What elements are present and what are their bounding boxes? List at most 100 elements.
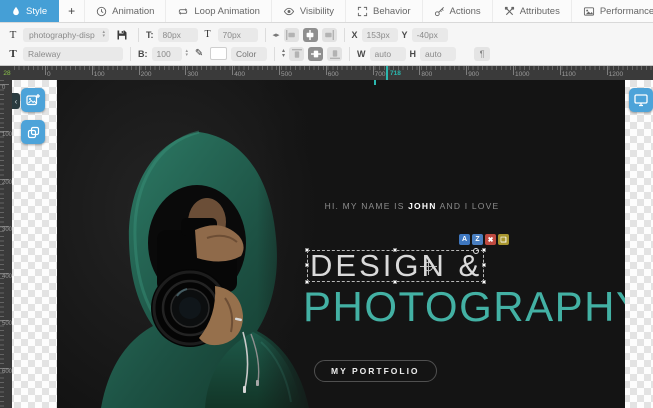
width-input[interactable] <box>370 47 406 61</box>
add-image-icon <box>26 93 40 107</box>
height-label: H <box>410 49 417 59</box>
vertical-arrows-icon: ▴▾ <box>282 49 285 58</box>
duplicate-layer-button[interactable] <box>21 120 45 144</box>
ruler-label: 300 <box>187 71 198 78</box>
font-size-label: T: <box>146 30 154 40</box>
y-position-input[interactable] <box>412 28 448 42</box>
ruler-label: 700 <box>375 71 386 78</box>
resize-handle[interactable] <box>305 248 309 252</box>
subtitle-prefix: HI. MY NAME IS <box>325 201 409 211</box>
color-swatch[interactable] <box>210 47 227 60</box>
font-family-input[interactable] <box>23 47 123 61</box>
align-center-button[interactable] <box>303 28 318 42</box>
tab-animation[interactable]: Animation <box>85 0 166 22</box>
resize-handle[interactable] <box>393 248 397 252</box>
resize-handle[interactable] <box>482 263 486 267</box>
resize-handle[interactable] <box>393 280 397 284</box>
subtitle-text-layer[interactable]: HI. MY NAME IS JOHN AND I LOVE <box>325 201 500 211</box>
weight-stepper-icon[interactable]: ▴▾ <box>186 50 189 57</box>
tab-label: Visibility <box>300 6 334 17</box>
select-arrows-icon: ▴▾ <box>102 31 105 38</box>
height-input[interactable] <box>420 47 456 61</box>
layer-mini-toolbar: AZ✖❏ <box>459 234 509 245</box>
ruler-marker-guide <box>374 80 376 85</box>
divider <box>349 47 350 61</box>
layer-duplicate-icon[interactable]: ❏ <box>498 234 509 245</box>
heading-photography-text[interactable]: PHOTOGRAPHY <box>303 283 625 331</box>
collapse-arrow-icon: ‹ <box>15 97 18 106</box>
horizontal-arrows-icon: ◂▸ <box>273 31 280 39</box>
align-middle-button[interactable] <box>308 47 323 61</box>
align-left-button[interactable] <box>284 28 299 42</box>
clock-icon <box>96 6 107 17</box>
resize-handle[interactable] <box>305 280 309 284</box>
tab-label: Behavior <box>373 6 411 17</box>
slider-editor-window: Style + AnimationLoop Animation Visibility B… <box>0 0 653 408</box>
resize-handle[interactable] <box>305 263 309 267</box>
divider <box>344 28 345 42</box>
layer-font-icon[interactable]: A <box>459 234 470 245</box>
tab-performance[interactable]: Performance <box>572 0 653 22</box>
horizontal-ruler[interactable]: 718 010020030040050060070080090010001100… <box>0 66 653 80</box>
align-top-button[interactable] <box>289 47 304 61</box>
layer-delete-icon[interactable]: ✖ <box>485 234 496 245</box>
text-style-icon: T <box>7 29 19 41</box>
font-size-input[interactable] <box>158 28 198 42</box>
x-position-label: X <box>352 30 358 40</box>
heading-design-text[interactable]: DESIGN & <box>310 251 483 281</box>
font-style-select[interactable]: photography-disp ▴▾ <box>23 28 109 42</box>
selected-layer-box[interactable]: DESIGN & <box>307 250 484 282</box>
subtitle-suffix: AND I LOVE <box>437 201 500 211</box>
tab-add[interactable]: + <box>59 0 85 22</box>
divider <box>138 28 139 42</box>
desktop-preview-button[interactable] <box>629 88 653 112</box>
save-font-style-icon[interactable] <box>113 29 131 41</box>
tab-label: Style <box>26 6 47 17</box>
tab-loop-animation[interactable]: Loop Animation <box>166 0 272 22</box>
ruler-label: 1200 <box>609 71 623 78</box>
ruler-ticks <box>0 80 4 408</box>
ruler-label: 0 <box>2 85 5 91</box>
slide-stage[interactable]: HI. MY NAME IS JOHN AND I LOVE AZ✖❏ DESI… <box>57 80 625 408</box>
collapse-panel-tab[interactable]: ‹ <box>12 93 20 109</box>
color-input[interactable] <box>231 47 267 61</box>
toolbar-row-2: T B: ▴▾ ✎ ▴▾ W H ¶ <box>0 44 653 63</box>
pencil-icon[interactable]: ✎ <box>192 48 206 59</box>
editor-canvas: HI. MY NAME IS JOHN AND I LOVE AZ✖❏ DESI… <box>0 80 653 408</box>
resize-handle[interactable] <box>482 280 486 284</box>
vertical-ruler[interactable]: 0100200300400500600 <box>0 80 12 408</box>
tab-actions[interactable]: Actions <box>423 0 493 22</box>
layer-style-icon[interactable]: Z <box>472 234 483 245</box>
line-height-input[interactable] <box>218 28 258 42</box>
tab-label: + <box>68 4 75 18</box>
rotate-handle[interactable] <box>473 248 479 254</box>
ruler-label: 600 <box>2 369 12 375</box>
anchor-crosshair-icon[interactable] <box>420 258 437 280</box>
paragraph-button[interactable]: ¶ <box>474 47 490 61</box>
ruler-label: 900 <box>468 71 479 78</box>
ruler-label: 200 <box>2 180 12 186</box>
align-right-button[interactable] <box>322 28 337 42</box>
tab-behavior[interactable]: Behavior <box>346 0 423 22</box>
add-image-button[interactable] <box>21 88 45 112</box>
ruler-label: 0 <box>47 71 51 78</box>
image-icon <box>583 6 595 17</box>
resize-handle[interactable] <box>482 248 486 252</box>
my-portfolio-button[interactable]: MY PORTFOLIO <box>314 360 437 382</box>
tab-style[interactable]: Style <box>0 0 59 22</box>
tab-attributes[interactable]: Attributes <box>493 0 572 22</box>
position-marker <box>386 66 388 80</box>
divider <box>130 47 131 61</box>
align-bottom-button[interactable] <box>327 47 342 61</box>
font-family-icon: T <box>7 48 19 60</box>
x-position-input[interactable] <box>362 28 398 42</box>
ruler-label: 400 <box>2 274 12 280</box>
tab-visibility[interactable]: Visibility <box>272 0 346 22</box>
tab-label: Actions <box>450 6 481 17</box>
font-weight-label: B: <box>138 49 148 59</box>
photographer-background-image <box>57 80 327 408</box>
style-toolbar: T photography-disp ▴▾ T: T ◂▸ X Y <box>0 23 653 66</box>
subtitle-name: JOHN <box>408 201 436 211</box>
font-weight-input[interactable] <box>152 47 182 61</box>
width-label: W <box>357 49 366 59</box>
